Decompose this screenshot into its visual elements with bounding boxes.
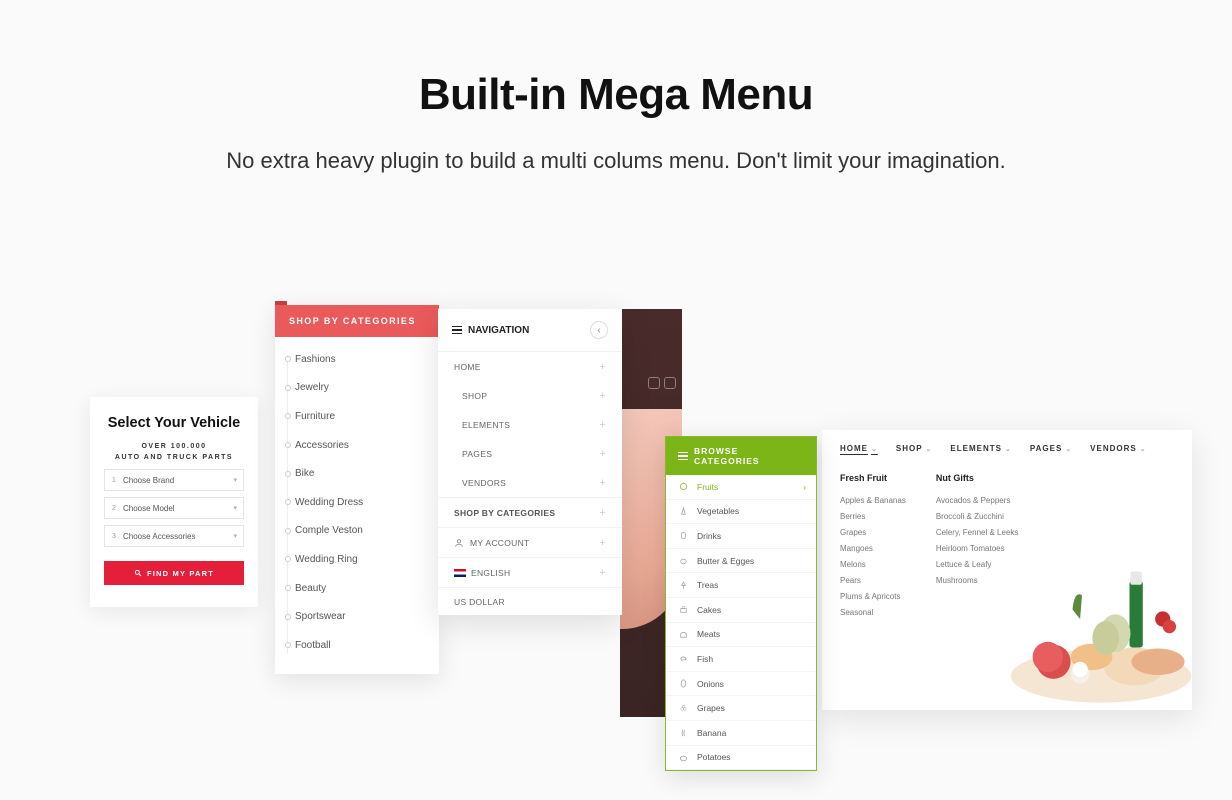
category-icon [678,752,689,763]
mega-nav-item[interactable]: SHOP ⌄ [896,444,933,453]
chevron-down-icon: ⌄ [926,445,933,453]
category-icon [678,506,689,517]
mega-link[interactable]: Apples & Bananas [840,492,906,508]
mega-link[interactable]: Grapes [840,524,906,540]
page-title: Built-in Mega Menu [0,70,1232,120]
category-item[interactable]: Bike [295,459,423,488]
plus-icon: + [599,419,606,431]
vehicle-title: Select Your Vehicle [104,415,244,431]
category-item[interactable]: Jewelry [295,374,423,403]
category-icon [678,530,689,541]
mega-link[interactable]: Berries [840,508,906,524]
back-button[interactable]: ‹ [590,321,608,339]
plus-icon: + [599,507,606,519]
browse-item[interactable]: Butter & Egges [666,549,816,574]
browse-item[interactable]: Vegetables [666,500,816,525]
vehicle-panel: Select Your Vehicle OVER 100.000 AUTO AN… [90,397,258,607]
plus-icon: + [599,390,606,402]
category-item[interactable]: Comple Veston [295,517,423,546]
browse-item[interactable]: Cakes [666,598,816,623]
plus-icon: + [599,448,606,460]
food-image [1006,524,1196,714]
mega-nav-item[interactable]: PAGES ⌄ [1030,444,1072,453]
categories-panel: SHOP BY CATEGORIES FashionsJewelryFurnit… [275,305,439,674]
mega-nav-item[interactable]: VENDORS ⌄ [1090,444,1146,453]
nav-item[interactable]: ELEMENTS+ [438,410,622,439]
category-icon [678,678,689,689]
browse-item[interactable]: Fruits [666,475,816,500]
category-item[interactable]: Accessories [295,431,423,460]
chevron-down-icon: ▾ [233,476,243,484]
browse-item[interactable]: Potatoes [666,746,816,771]
browse-item[interactable]: Treas [666,573,816,598]
chevron-down-icon: ⌄ [1005,445,1012,453]
find-part-button[interactable]: FIND MY PART [104,561,244,585]
search-icon [134,569,142,577]
plus-icon: + [599,537,606,549]
mega-link[interactable]: Mangoes [840,540,906,556]
model-select[interactable]: 2 Choose Model ▾ [104,497,244,519]
category-icon [678,604,689,615]
mega-link[interactable]: Melons [840,556,906,572]
browse-categories-panel: BROWSE CATEGORIES FruitsVegetablesDrinks… [665,436,817,771]
brand-select[interactable]: 1 Choose Brand ▾ [104,469,244,491]
mega-link[interactable]: Broccoli & Zucchini [936,508,1019,524]
category-item[interactable]: Football [295,631,423,660]
nav-item[interactable]: PAGES+ [438,439,622,468]
browse-item[interactable]: Fish [666,647,816,672]
hamburger-icon [678,452,688,461]
chevron-down-icon: ⌄ [1065,445,1072,453]
hamburger-icon [452,326,462,335]
category-item[interactable]: Sportswear [295,602,423,631]
plus-icon: + [599,361,606,373]
category-item[interactable]: Wedding Ring [295,545,423,574]
categories-header: SHOP BY CATEGORIES [275,305,439,337]
nav-currency[interactable]: US DOLLAR [438,587,622,615]
category-icon [678,580,689,591]
chevron-down-icon: ⌄ [871,445,878,453]
browse-item[interactable]: Onions [666,672,816,697]
uk-flag-icon [454,569,466,577]
mega-menu-panel: HOME ⌄ SHOP ⌄ ELEMENTS ⌄ PAGES ⌄ VENDORS ⌄ F… [822,430,1192,710]
category-item[interactable]: Beauty [295,574,423,603]
mega-col-fresh-fruit: Fresh Fruit Apples & BananasBerriesGrape… [840,473,906,620]
nav-language[interactable]: ENGLISH + [438,557,622,587]
category-item[interactable]: Fashions [295,345,423,374]
browse-header: BROWSE CATEGORIES [666,437,816,475]
category-icon [678,555,689,566]
mega-nav-item[interactable]: HOME ⌄ [840,444,878,453]
nav-item[interactable]: HOME+ [438,352,622,381]
browse-item[interactable]: Grapes [666,696,816,721]
plus-icon: + [599,567,606,579]
mega-link[interactable]: Pears [840,572,906,588]
category-icon [678,703,689,714]
mega-link[interactable]: Plums & Apricots [840,588,906,604]
category-icon [678,653,689,664]
category-icon [678,727,689,738]
browse-item[interactable]: Banana [666,721,816,746]
accessories-select[interactable]: 3 Choose Accessories ▾ [104,525,244,547]
nav-my-account[interactable]: MY ACCOUNT + [438,527,622,557]
plus-icon: + [599,477,606,489]
vehicle-sub: OVER 100.000 AUTO AND TRUCK PARTS [104,441,244,463]
navigation-panel: NAVIGATION ‹ HOME+SHOP+ELEMENTS+PAGES+VE… [438,309,622,615]
navigation-title: NAVIGATION [452,325,529,336]
chevron-down-icon: ▾ [233,532,243,540]
chevron-down-icon: ⌄ [1140,445,1147,453]
category-item[interactable]: Furniture [295,402,423,431]
nav-item[interactable]: SHOP+ [438,381,622,410]
category-icon [678,629,689,640]
category-item[interactable]: Wedding Dress [295,488,423,517]
nav-item[interactable]: VENDORS+ [438,468,622,497]
page-subtitle: No extra heavy plugin to build a multi c… [0,148,1232,174]
user-icon [454,538,464,548]
browse-item[interactable]: Drinks [666,524,816,549]
mega-link[interactable]: Avocados & Peppers [936,492,1019,508]
mega-link[interactable]: Seasonal [840,604,906,620]
chevron-down-icon: ▾ [233,504,243,512]
nav-shop-by-categories[interactable]: SHOP BY CATEGORIES+ [438,497,622,527]
browse-item[interactable]: Meats [666,623,816,648]
mega-nav-item[interactable]: ELEMENTS ⌄ [950,444,1011,453]
category-icon [678,481,689,492]
